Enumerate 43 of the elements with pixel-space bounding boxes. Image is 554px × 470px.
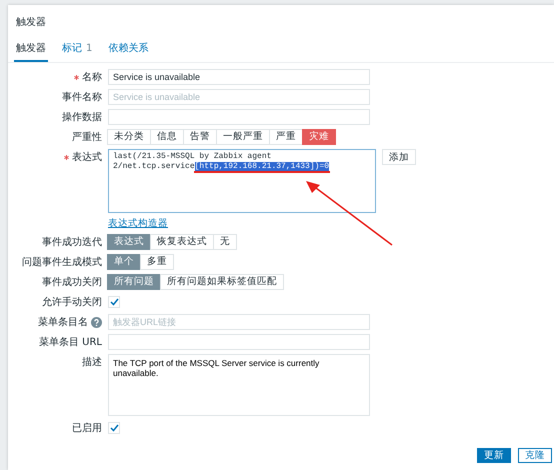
segment-option[interactable]: 恢复表达式: [150, 234, 214, 250]
expression-constructor-link[interactable]: 表达式构造器: [108, 218, 168, 229]
tab[interactable]: 标记 1: [60, 37, 94, 62]
tab[interactable]: 依赖关系: [106, 37, 150, 62]
field-label: 事件名称: [62, 90, 102, 104]
field-label: 菜单条目 URL: [38, 336, 102, 349]
help-icon[interactable]: [91, 316, 102, 328]
add-button[interactable]: 添加: [382, 149, 416, 165]
field-label: 已启用: [72, 422, 102, 435]
required-icon: [74, 74, 79, 80]
field-label: 事件成功迭代: [42, 236, 102, 249]
field-label: 表达式: [72, 150, 102, 164]
segment-option[interactable]: 信息: [150, 129, 184, 145]
checkbox[interactable]: [108, 422, 120, 434]
tab[interactable]: 触发器: [14, 37, 48, 62]
segment-option[interactable]: 灾难: [302, 129, 336, 145]
segment-option[interactable]: 严重: [269, 129, 303, 145]
description-field[interactable]: The TCP port of the MSSQL Server service is currently unavailable.: [108, 354, 370, 416]
segment-option[interactable]: 未分类: [107, 129, 151, 145]
field-label: 问题事件生成模式: [22, 256, 102, 269]
dialog-button[interactable]: 克隆: [518, 448, 552, 463]
field-label: 操作数据: [62, 111, 102, 124]
expression-field[interactable]: last(/21.35-MSSQL by Zabbix agent 2/net.tcp.service[http,192.168.21.37,1433])=0: [108, 149, 376, 213]
dialog-button[interactable]: 更新: [477, 448, 511, 463]
text-field[interactable]: 触发器URL链接: [108, 314, 370, 330]
segment-option[interactable]: 告警: [183, 129, 217, 145]
field-label: 描述: [82, 356, 102, 369]
segment-option[interactable]: 无: [213, 234, 237, 250]
field-label: 菜单条目名: [38, 316, 88, 329]
text-field[interactable]: Service is unavailable: [108, 89, 370, 105]
field-label: 事件成功关闭: [42, 276, 102, 289]
segment-option[interactable]: 一般严重: [216, 129, 270, 145]
segment-option[interactable]: 多重: [140, 254, 174, 270]
text-field[interactable]: Service is unavailable: [108, 69, 370, 85]
dialog-title: 触发器: [16, 17, 46, 28]
field-label: 名称: [82, 71, 102, 84]
field-label: 允许手动关闭: [42, 296, 102, 309]
checkbox[interactable]: [108, 296, 120, 308]
segment-option[interactable]: 所有问题如果标签值匹配: [160, 274, 284, 290]
text-field[interactable]: [108, 109, 370, 125]
field-label: 严重性: [72, 130, 102, 144]
required-icon: [64, 154, 69, 160]
text-field[interactable]: [108, 334, 370, 350]
